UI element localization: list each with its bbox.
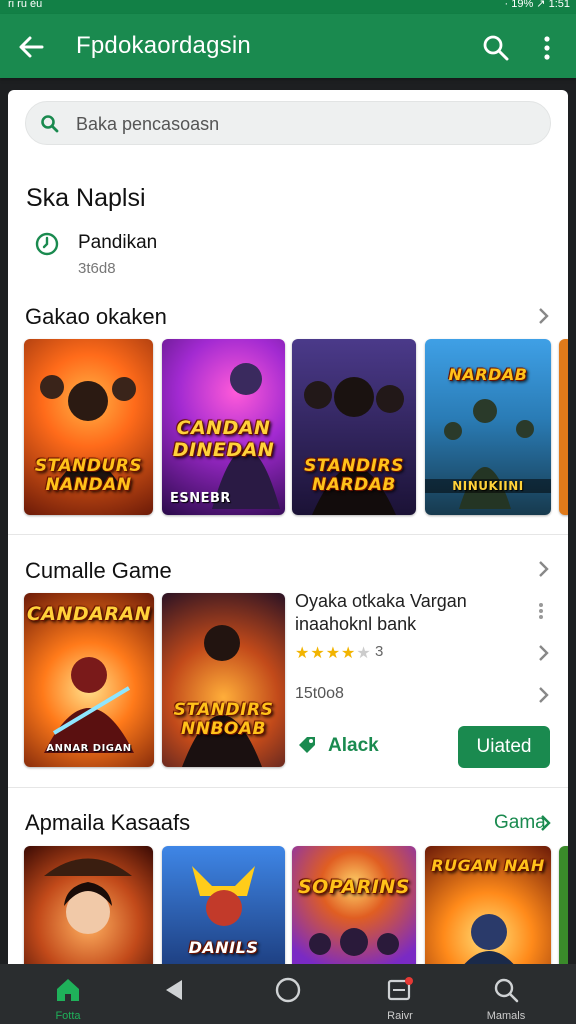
nav-label: Raivr [387,1010,413,1022]
chevron-right-icon[interactable] [536,307,550,325]
rating-stars: ★★★★★ [295,645,372,662]
nav-back[interactable] [134,964,214,1024]
game-tile[interactable]: NARDAB NINUKIINI [425,339,551,515]
nav-item-review[interactable]: Raivr [360,964,440,1024]
content-sheet: Baka pencasoasn Ska Naplsi Pandikan 3t6d… [8,90,568,964]
divider [8,534,568,535]
search-bar[interactable]: Baka pencasoasn [25,101,551,145]
back-arrow-icon[interactable] [16,32,46,62]
download-count: 15t0o8 [295,685,344,702]
game-tile[interactable]: RUGAN NAH [425,846,551,964]
game-tile[interactable]: SOPARINS [292,846,416,964]
page-title: Fpdokaordagsin [76,32,251,59]
section-title: Ska Naplsi [26,184,146,212]
clock-icon [35,232,59,256]
game-tile[interactable]: CANDAN DINEDAN ESNEBR [162,339,285,515]
game-subtitle: ANNAR DIGAN [46,743,132,754]
tag-icon [299,737,315,753]
search-icon [494,978,519,1003]
game-tag: Alack [328,735,379,756]
game-tile[interactable]: STANDURS NANDAN [24,339,153,515]
app-bar: Fpdokaordagsin [0,14,576,78]
game-tile[interactable]: STANDIRS NARDAB [292,339,416,515]
back-triangle-icon [166,980,182,1000]
search-icon [41,115,59,133]
bottom-navigation: Fotta Raivr Mamals [0,964,576,1024]
chevron-right-icon[interactable] [538,814,552,832]
game-title-art: STANDIRS NNBOAB [173,700,274,739]
nav-item-home[interactable]: Fotta [28,964,108,1024]
game-title-art: STANDIRS NARDAB [304,456,404,495]
status-bar: ri ru èu · 19% ↗ 1:51 [0,0,576,14]
character-illustration [44,858,132,934]
game-title-art: RUGAN NAH [431,856,545,875]
nav-item-search[interactable]: Mamals [466,964,546,1024]
nav-label: Fotta [55,1010,81,1022]
game-tile[interactable]: STANDIRS NNBOAB [162,593,285,767]
recommended-item-name[interactable]: Pandikan [78,232,157,254]
game-subtitle: ESNEBR [170,491,231,506]
status-right: · 19% ↗ 1:51 [504,0,570,10]
overflow-menu-icon[interactable] [536,34,558,62]
game-tile-partial[interactable] [559,339,568,515]
game-tile[interactable]: DANILS [162,846,285,964]
section-title: Gakao okaken [25,304,167,329]
game-title-art: SOPARINS [297,876,410,898]
nav-home-circle[interactable] [248,964,328,1024]
game-name[interactable]: Oyaka otkaka Vargan inaahoknl bank [295,590,505,636]
section-title: Cumalle Game [25,558,172,583]
game-title-art: NARDAB [448,365,528,384]
chevron-right-icon[interactable] [536,644,550,662]
home-circle-icon [275,977,301,1003]
inbox-icon [387,977,413,1001]
search-icon[interactable] [482,34,510,62]
game-tile[interactable] [24,846,153,964]
home-icon [57,979,79,1001]
nav-label: Mamals [486,1010,526,1022]
characters-illustration [182,625,262,767]
chevron-right-icon[interactable] [536,686,550,704]
divider [8,787,568,788]
characters-illustration [309,928,399,956]
overflow-menu-icon[interactable] [538,602,544,620]
game-tile-partial[interactable] [559,846,568,964]
game-subtitle: NINUKIINI [425,479,551,493]
game-title-art: CANDARAN [26,603,152,625]
section-title: Apmaila Kasaafs [25,810,191,835]
search-placeholder: Baka pencasoasn [76,114,220,134]
chevron-right-icon[interactable] [536,560,550,578]
game-tile[interactable]: CANDARAN ANNAR DIGAN [24,593,154,767]
rating-value: 3 [375,643,384,660]
status-left: ri ru èu [8,0,43,10]
game-title-art: CANDAN DINEDAN [172,417,275,461]
game-title-art: DANILS [188,938,259,957]
update-button[interactable]: Uiated [458,726,550,768]
recommended-item-sub: 3t6d8 [78,260,116,277]
game-title-art: STANDURS NANDAN [34,456,143,495]
